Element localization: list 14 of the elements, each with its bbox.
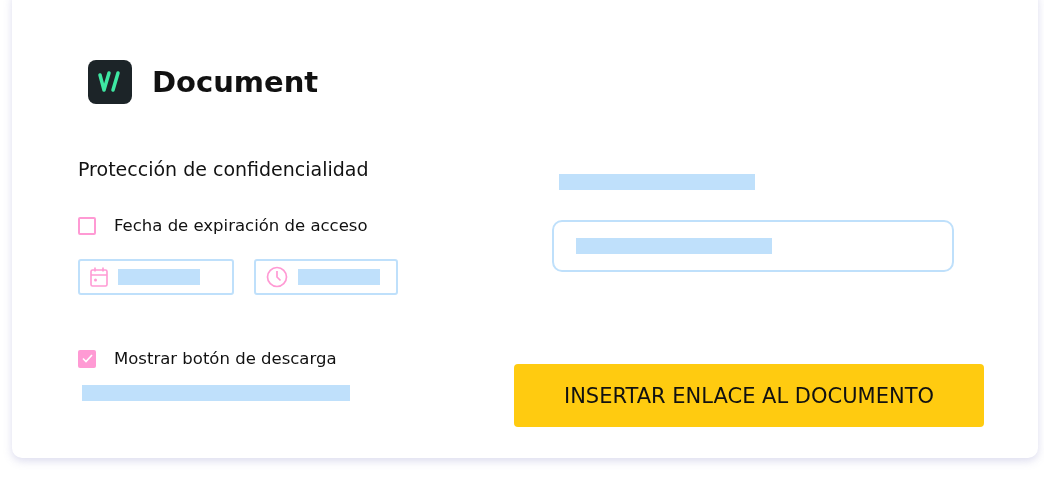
date-field[interactable] bbox=[78, 259, 234, 295]
insert-link-button[interactable]: INSERTAR ENLACE AL DOCUMENTO bbox=[514, 364, 984, 427]
checkbox-label: Fecha de expiración de acceso bbox=[114, 216, 368, 235]
document-title: Document bbox=[152, 65, 319, 99]
checkbox-label: Mostrar botón de descarga bbox=[114, 349, 337, 368]
logo-icon bbox=[88, 60, 132, 104]
checkbox[interactable] bbox=[78, 349, 96, 368]
calendar-icon bbox=[90, 267, 108, 287]
time-field[interactable] bbox=[254, 259, 398, 295]
input-field[interactable] bbox=[552, 220, 954, 272]
checkbox[interactable] bbox=[78, 216, 96, 235]
clock-icon bbox=[266, 266, 288, 288]
check-icon bbox=[81, 354, 93, 363]
section-heading: Protección de confidencialidad bbox=[78, 158, 370, 182]
